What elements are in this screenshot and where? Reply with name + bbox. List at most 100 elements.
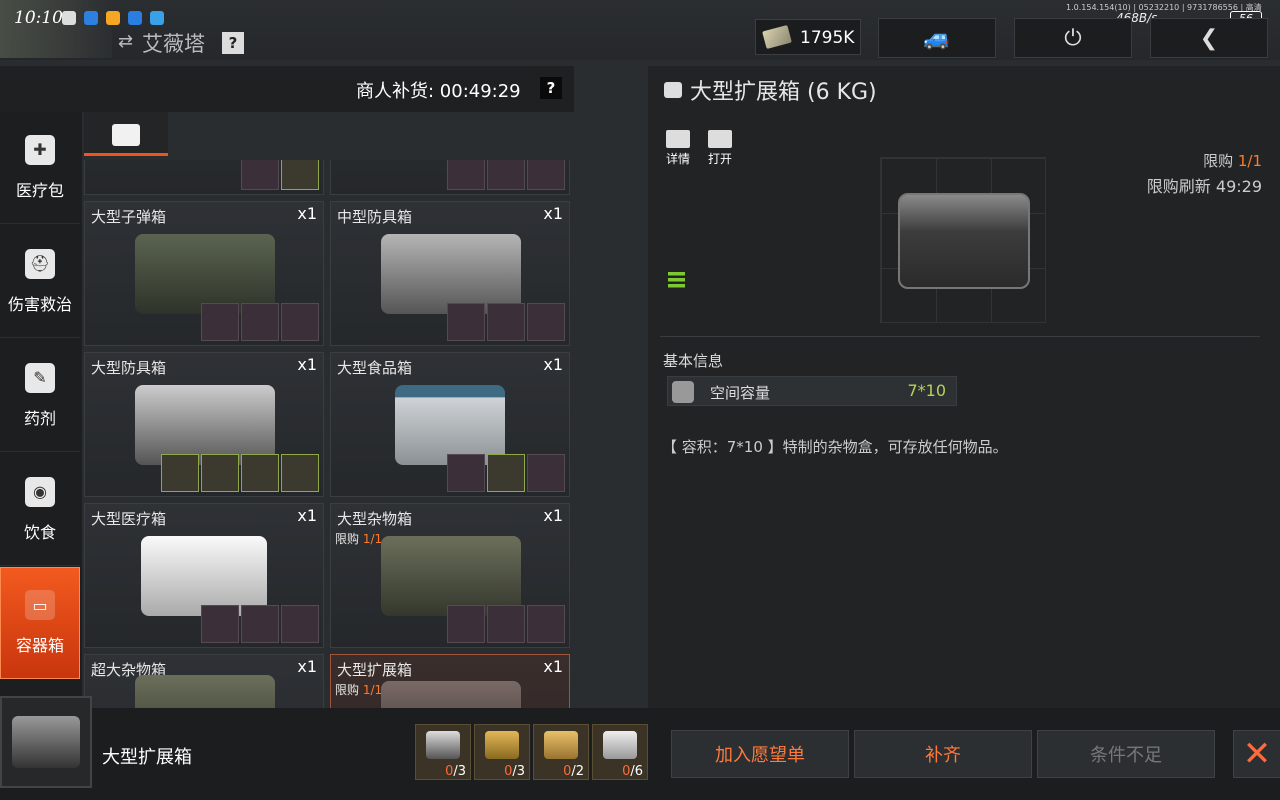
card-quantity: x1 xyxy=(543,355,563,374)
vehicle-button[interactable]: 🚙 xyxy=(878,18,996,58)
box-icon xyxy=(664,82,682,98)
plank-icon xyxy=(544,731,578,759)
item-description: 【 容积：7*10 】特制的杂物盒，可存放任何物品。 xyxy=(662,438,1008,456)
wishlist-button[interactable]: 加入愿望单 xyxy=(671,730,849,778)
card-quantity: x1 xyxy=(543,657,563,676)
app-icon xyxy=(106,11,120,25)
item-card[interactable]: 大型医疗箱 x1 xyxy=(84,503,324,648)
item-slot xyxy=(281,605,319,643)
selected-item-thumbnail xyxy=(0,696,92,788)
card-quantity: x1 xyxy=(297,657,317,676)
back-button[interactable]: ❮ xyxy=(1150,18,1268,58)
item-slot xyxy=(447,303,485,341)
material-need: /3 xyxy=(512,764,525,779)
cooler-box-image xyxy=(395,385,505,465)
tab-containers[interactable] xyxy=(84,112,168,156)
item-card[interactable]: 中型防具箱 x1 xyxy=(330,201,570,346)
item-slot xyxy=(447,605,485,643)
back-icon: ❮ xyxy=(1199,25,1219,51)
gear-part-icon xyxy=(426,731,460,759)
bag-icon: ⛑ xyxy=(25,248,55,279)
category-container[interactable]: ▭ 容器箱 xyxy=(0,567,80,679)
clock: 10:10 xyxy=(14,8,63,28)
material-slot[interactable]: 0/2 xyxy=(533,724,589,780)
material-need: /3 xyxy=(453,764,466,779)
card-contents xyxy=(201,303,319,341)
money-value: 1795K xyxy=(800,28,855,48)
category-potion[interactable]: ✎ 药剂 xyxy=(0,340,80,452)
merchant-restock-timer: 商人补货: 00:49:29 xyxy=(356,81,521,102)
card-contents xyxy=(447,160,565,190)
item-card[interactable]: 大型杂物箱 x1 限购 1/1 xyxy=(330,503,570,648)
item-slot xyxy=(527,303,565,341)
can-icon: ◉ xyxy=(25,476,55,507)
close-button[interactable]: ✕ xyxy=(1233,730,1280,778)
card-quantity: x1 xyxy=(297,204,317,223)
material-slot[interactable]: 0/3 xyxy=(415,724,471,780)
selected-item-name: 大型扩展箱 xyxy=(102,747,192,768)
refill-button[interactable]: 补齐 xyxy=(854,730,1032,778)
detail-button[interactable]: 详情 xyxy=(658,130,698,170)
swap-icon[interactable]: ⇄ xyxy=(118,31,133,52)
basic-info-heading: 基本信息 xyxy=(663,352,724,370)
material-slot[interactable]: 0/3 xyxy=(474,724,530,780)
item-card[interactable]: 超大杂物箱 x1 xyxy=(84,654,324,708)
item-slot xyxy=(161,454,199,492)
item-card[interactable]: 大型子弹箱 x1 xyxy=(84,201,324,346)
item-card[interactable]: 大型食品箱 x1 xyxy=(330,352,570,497)
cash-icon xyxy=(762,24,792,50)
category-food[interactable]: ◉ 饮食 xyxy=(0,454,80,566)
item-slot xyxy=(487,605,525,643)
category-medkit[interactable]: ✚ 医疗包 xyxy=(0,112,80,224)
item-card[interactable] xyxy=(330,160,570,195)
category-label: 药剂 xyxy=(23,408,56,428)
card-quantity: x1 xyxy=(543,506,563,525)
item-slot xyxy=(281,303,319,341)
capacity-row: 空间容量 7*10 xyxy=(667,376,957,406)
limit-value: 1/1 xyxy=(362,532,383,546)
toolbox-icon: ▭ xyxy=(25,590,55,620)
item-slot xyxy=(201,454,239,492)
material-need: /2 xyxy=(571,764,584,779)
card-contents xyxy=(447,303,565,341)
card-contents xyxy=(201,605,319,643)
category-injury[interactable]: ⛑ 伤害救治 xyxy=(0,226,80,338)
browser-icon xyxy=(150,11,164,25)
limit-refresh-timer: 限购刷新 49:29 xyxy=(1146,177,1262,196)
item-slot xyxy=(281,454,319,492)
misc-box-image xyxy=(381,536,521,616)
cloth-roll-icon xyxy=(603,731,637,759)
ammo-box-image xyxy=(135,234,275,314)
item-slot xyxy=(487,303,525,341)
category-label: 医疗包 xyxy=(15,180,64,200)
material-count: 0/6 xyxy=(622,764,643,779)
material-count: 0/2 xyxy=(563,764,584,779)
syringe-icon: ✎ xyxy=(25,362,55,393)
restock-help-button[interactable]: ? xyxy=(540,77,562,99)
item-card[interactable]: 大型防具箱 x1 xyxy=(84,352,324,497)
player-help-button[interactable]: ? xyxy=(222,32,244,54)
item-slot xyxy=(241,605,279,643)
card-contents xyxy=(241,160,319,190)
item-slot xyxy=(447,160,485,190)
insufficient-button[interactable]: 条件不足 xyxy=(1037,730,1215,778)
item-card-selected[interactable]: 大型扩展箱 x1 限购 1/1 xyxy=(330,654,570,708)
open-button[interactable]: 打开 xyxy=(700,130,740,170)
item-slot xyxy=(281,160,319,190)
open-box-icon xyxy=(708,130,732,148)
limit-value: 1/1 xyxy=(362,683,383,697)
details-icon xyxy=(666,130,690,148)
item-slot xyxy=(527,160,565,190)
power-button[interactable]: ⏻ xyxy=(1014,18,1132,58)
open-button-label: 打开 xyxy=(707,152,732,166)
card-name: 大型杂物箱 xyxy=(337,510,413,528)
item-slot xyxy=(241,454,279,492)
arrow-app-icon xyxy=(128,11,142,25)
xl-misc-box-image xyxy=(135,675,275,708)
category-label: 容器箱 xyxy=(15,636,64,655)
item-card[interactable] xyxy=(84,160,324,195)
item-slot xyxy=(201,303,239,341)
material-count: 0/3 xyxy=(445,764,466,779)
limit-label: 限购 xyxy=(1203,152,1238,170)
material-slot[interactable]: 0/6 xyxy=(592,724,648,780)
